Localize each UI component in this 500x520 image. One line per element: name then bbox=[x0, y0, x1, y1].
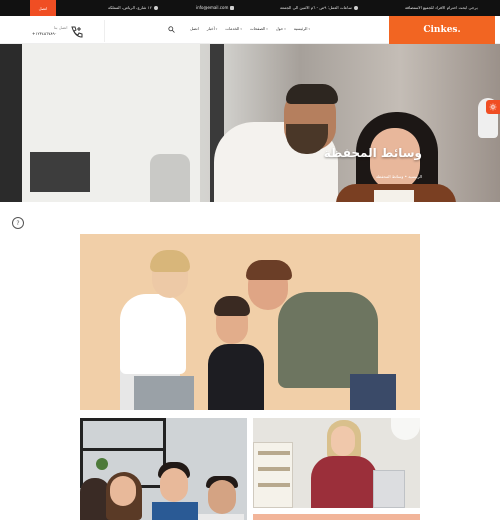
hero-pillar bbox=[0, 44, 22, 202]
portfolio-main-image bbox=[80, 234, 420, 410]
call-number: +١٢٣٤٥٦٧٨٩٠ bbox=[32, 31, 57, 36]
hero-woman-shirt bbox=[374, 190, 414, 202]
photo-plant bbox=[96, 458, 108, 470]
call-label: اتصل بنا bbox=[54, 25, 68, 30]
hero-chair bbox=[150, 154, 190, 202]
top-address: ١٢ شارع، الرياض، المملكة bbox=[108, 5, 158, 10]
hero-man-hair bbox=[286, 84, 338, 104]
nav-item-label: حول bbox=[275, 26, 284, 31]
photo-lamp bbox=[391, 418, 420, 440]
phone-icon bbox=[71, 26, 83, 38]
photo-books bbox=[258, 467, 290, 471]
top-notice-text: يرجى ابحث احترام الافراد للجميع الاستضاف… bbox=[405, 5, 478, 10]
photo-person-shirt bbox=[198, 514, 244, 520]
breadcrumb[interactable]: الرئيسية • وسائط المحفظة bbox=[376, 174, 422, 179]
top-hours: ساعات العمل: ٩ص - ٦م الاثنين الى الجمعة bbox=[280, 5, 358, 10]
clock-icon bbox=[353, 5, 358, 10]
search-icon[interactable] bbox=[168, 26, 175, 33]
settings-toggle-button[interactable] bbox=[486, 100, 500, 114]
page: اتصل ١٢ شارع، الرياض، المملكة info@email… bbox=[0, 0, 500, 520]
photo-person-hair bbox=[246, 260, 292, 280]
top-contact-button[interactable]: اتصل bbox=[30, 0, 56, 16]
portfolio-image-team bbox=[80, 418, 247, 520]
photo-person-hair bbox=[150, 250, 190, 272]
photo-person-hair bbox=[214, 296, 250, 316]
header-call-box[interactable]: اتصل بنا +١٢٣٤٥٦٧٨٩٠ bbox=[2, 20, 105, 42]
nav-item-home[interactable]: الرئيسية ▾ bbox=[294, 26, 310, 31]
chevron-down-icon: ▾ bbox=[266, 26, 268, 31]
photo-person-face bbox=[110, 476, 136, 506]
nav-item-contact[interactable]: اتصل bbox=[190, 26, 199, 31]
top-contact-label: اتصل bbox=[38, 5, 48, 11]
photo-books bbox=[258, 451, 290, 455]
photo-person-face bbox=[160, 468, 188, 502]
nav-item-label: الخدمات bbox=[225, 26, 240, 31]
nav-item-services[interactable]: الخدمات ▾ bbox=[225, 26, 242, 31]
portfolio-image-next bbox=[253, 514, 420, 520]
nav-item-label: أخبار bbox=[206, 26, 215, 31]
page-title: وسائط المحفظة bbox=[323, 146, 422, 160]
hero-monitor bbox=[30, 152, 90, 192]
photo-person-face bbox=[208, 480, 236, 514]
map-pin-icon bbox=[153, 5, 158, 10]
nav-item-label: اتصل bbox=[190, 26, 199, 31]
photo-bookcase bbox=[253, 442, 293, 508]
top-email-text: info@email.com bbox=[196, 5, 229, 10]
nav-item-about[interactable]: حول ▾ bbox=[276, 26, 286, 31]
nav-item-label: الرئيسية bbox=[293, 26, 308, 31]
nav-item-pages[interactable]: الصفحات ▾ bbox=[250, 26, 268, 31]
photo-person-top bbox=[208, 344, 264, 410]
photo-shelf-board bbox=[80, 448, 166, 451]
nav-item-news[interactable]: أخبار ▾ bbox=[207, 26, 217, 31]
portfolio-image-office bbox=[253, 418, 420, 508]
top-notice: يرجى ابحث احترام الافراد للجميع الاستضاف… bbox=[405, 5, 478, 10]
chevron-down-icon: ▾ bbox=[308, 26, 311, 31]
photo-books bbox=[258, 483, 290, 487]
hero-banner: وسائط المحفظة الرئيسية • وسائط المحفظة bbox=[0, 44, 500, 202]
photo-person-jeans bbox=[350, 374, 396, 410]
info-icon[interactable]: ? bbox=[12, 217, 24, 229]
info-icon-symbol: ? bbox=[16, 219, 20, 227]
top-address-text: ١٢ شارع، الرياض، المملكة bbox=[108, 5, 152, 10]
site-logo[interactable]: Cinkes. bbox=[389, 16, 495, 44]
envelope-icon bbox=[230, 5, 235, 10]
chevron-down-icon: ▾ bbox=[284, 26, 286, 31]
chevron-down-icon: ▾ bbox=[215, 26, 218, 31]
top-email[interactable]: info@email.com bbox=[196, 5, 235, 10]
photo-person-top bbox=[311, 456, 377, 508]
top-bar: اتصل ١٢ شارع، الرياض، المملكة info@email… bbox=[0, 0, 500, 16]
photo-person-face bbox=[331, 426, 355, 456]
photo-person-top bbox=[152, 502, 198, 520]
chevron-down-icon: ▾ bbox=[240, 26, 242, 31]
site-header: اتصل بنا +١٢٣٤٥٦٧٨٩٠ الرئيسية ▾ حول ▾ ال… bbox=[0, 16, 500, 44]
photo-laptop bbox=[134, 376, 194, 410]
photo-laptop bbox=[373, 470, 405, 508]
gear-icon bbox=[489, 103, 497, 111]
photo-person-top bbox=[120, 294, 186, 374]
main-nav: الرئيسية ▾ حول ▾ الصفحات ▾ الخدمات ▾ أخب… bbox=[190, 26, 310, 31]
logo-text: Cinkes. bbox=[423, 25, 461, 35]
top-hours-text: ساعات العمل: ٩ص - ٦م الاثنين الى الجمعة bbox=[280, 5, 352, 10]
nav-item-label: الصفحات bbox=[249, 26, 266, 31]
